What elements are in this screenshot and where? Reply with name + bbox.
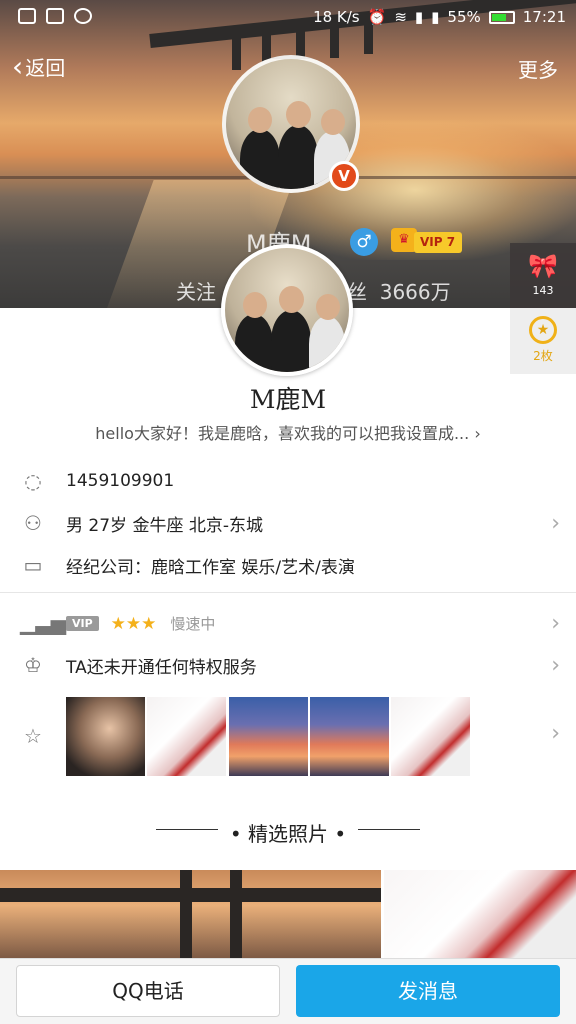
image-icon	[46, 8, 64, 24]
wifi-icon: ≋	[394, 8, 407, 26]
privilege-text: TA还未开通任何特权服务	[66, 657, 257, 678]
chevron-right-icon: ›	[551, 652, 560, 678]
chevron-right-icon: ›	[551, 510, 560, 536]
qq-call-button[interactable]: QQ电话	[16, 965, 280, 1017]
privilege-row[interactable]: ♔ TA还未开通任何特权服务 ›	[0, 650, 576, 680]
level-stars: ★★★	[110, 613, 157, 634]
gift-count: 143	[532, 284, 554, 297]
bow-icon: 🎀	[528, 252, 558, 280]
chevron-right-icon: ›	[551, 610, 560, 636]
back-label: 返回	[25, 56, 66, 80]
chevron-right-icon: ›	[551, 721, 560, 746]
level-chart-icon: ▁▃▅	[20, 611, 67, 635]
chevron-right-icon: ›	[474, 424, 481, 443]
chevron-left-icon: ‹	[12, 49, 24, 83]
personal-info: 男 27岁 金牛座 北京-东城	[66, 515, 263, 536]
bottom-action-bar: QQ电话 发消息	[0, 958, 576, 1024]
profile-avatar[interactable]	[221, 244, 353, 376]
featured-photo[interactable]	[384, 870, 576, 958]
signal-icon: ▮	[431, 8, 440, 26]
section-divider	[0, 592, 576, 593]
medal-button[interactable]: ★ 2枚	[510, 308, 576, 374]
vip-tag: VIP	[66, 615, 99, 631]
company-info: 经纪公司：鹿晗工作室 娱乐/艺术/表演	[66, 557, 355, 578]
growth-speed: 慢速中	[170, 614, 216, 633]
alarm-icon: ⏰	[367, 8, 387, 26]
company-row: ▭ 经纪公司：鹿晗工作室 娱乐/艺术/表演	[0, 550, 576, 580]
person-icon: ⚇	[24, 511, 42, 535]
profile-signature[interactable]: hello大家好！我是鹿晗，喜欢我的可以把我设置成... ›	[60, 420, 516, 444]
network-speed: 18 K/s	[313, 8, 360, 26]
status-bar: 18 K/s ⏰ ≋ ▮ ▮ 55% 17:21	[0, 0, 576, 34]
photo-thumb[interactable]	[229, 697, 308, 776]
featured-photo[interactable]	[0, 870, 381, 958]
briefcase-icon: ▭	[23, 553, 43, 577]
clock: 17:21	[522, 8, 566, 26]
fans-count[interactable]: 丝 3666万	[347, 276, 451, 305]
featured-photos-title: • 精选照片 •	[229, 822, 347, 846]
signal-icon: ▮	[414, 8, 424, 26]
message-icon	[18, 8, 36, 24]
profile-nickname: M鹿M	[249, 385, 327, 414]
vpn-icon	[74, 8, 92, 24]
star-medal-icon: ★	[529, 316, 557, 344]
penguin-icon: ◌	[24, 469, 42, 493]
crown-outline-icon: ♔	[24, 653, 42, 677]
vip-level-badge[interactable]: VIP 7	[414, 232, 463, 253]
battery-icon	[488, 10, 515, 24]
more-button[interactable]: 更多	[518, 54, 558, 83]
verified-badge: V	[329, 161, 359, 191]
vip-row[interactable]: ▁▃▅ VIP ★★★ 慢速中 ›	[0, 608, 576, 638]
medal-count: 2枚	[533, 349, 553, 363]
photo-thumb[interactable]	[391, 697, 470, 776]
photo-thumb[interactable]	[310, 697, 389, 776]
follow-label[interactable]: 关注	[176, 276, 216, 305]
send-message-button[interactable]: 发消息	[296, 965, 560, 1017]
photo-thumb[interactable]	[147, 697, 226, 776]
qq-number-row: ◌ 1459109901	[0, 466, 576, 496]
male-icon: ♂	[350, 228, 378, 256]
star-icon: ☆	[24, 724, 42, 748]
battery-percent: 55%	[447, 8, 481, 26]
personal-info-row[interactable]: ⚇ 男 27岁 金牛座 北京-东城 ›	[0, 508, 576, 538]
photo-thumb[interactable]	[66, 697, 145, 776]
back-button[interactable]: ‹ 返回	[12, 52, 65, 81]
qq-number: 1459109901	[66, 471, 175, 491]
gift-button[interactable]: 🎀 143	[510, 243, 576, 308]
